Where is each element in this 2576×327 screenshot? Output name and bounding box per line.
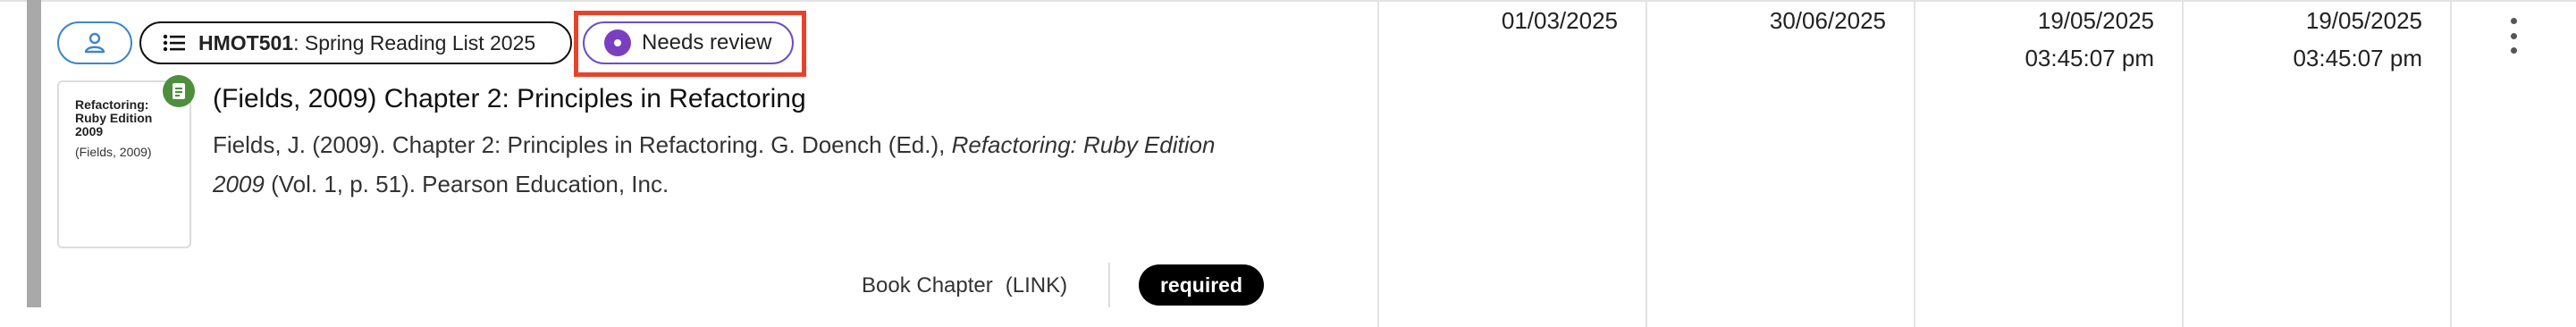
item-title[interactable]: (Fields, 2009) Chapter 2: Principles in … [213,84,806,114]
citation-text: Fields, J. (2009). Chapter 2: Principles… [213,131,952,158]
item-type: Book Chapter (LINK) [862,273,1067,298]
highlight-box [574,11,806,77]
date-col-1: 01/03/2025 [1501,7,1618,34]
divider [1108,263,1110,307]
row-top-border [0,0,2576,2]
date-col-3-time: 03:45:07 pm [2025,45,2154,71]
thumbnail-citation: (Fields, 2009) [75,145,152,159]
list-icon [163,34,185,52]
list-code: HMOT501 [198,30,294,54]
date-col-4-time: 03:45:07 pm [2293,45,2422,71]
assign-user-button[interactable] [57,21,132,64]
column-divider [2182,0,2184,327]
reading-list-chip[interactable]: HMOT501: Spring Reading List 2025 [139,21,572,64]
list-name: : Spring Reading List 2025 [293,30,536,54]
date-col-3-date: 19/05/2025 [2037,7,2154,34]
citation-details: (Vol. 1, p. 51). Pearson Education, Inc. [264,171,669,197]
user-icon [84,32,105,54]
reading-list-item-row: HMOT501: Spring Reading List 2025 Needs … [0,0,2576,327]
date-col-4-date: 19/05/2025 [2305,7,2422,34]
item-citation: Fields, J. (2009). Chapter 2: Principles… [213,125,1232,204]
column-divider [1377,0,1379,327]
item-link[interactable]: (LINK) [1006,273,1067,298]
item-type-label: Book Chapter [862,273,993,298]
date-col-2: 30/06/2025 [1769,7,1886,34]
more-options-icon[interactable] [2503,18,2524,54]
row-left-accent-bar [27,0,41,307]
document-icon [163,75,195,107]
column-divider [1914,0,1915,327]
column-divider [1646,0,1647,327]
thumbnail-title: Refactoring: Ruby Edition 2009 [75,97,153,138]
importance-badge: required [1139,264,1264,306]
column-divider [2450,0,2452,327]
